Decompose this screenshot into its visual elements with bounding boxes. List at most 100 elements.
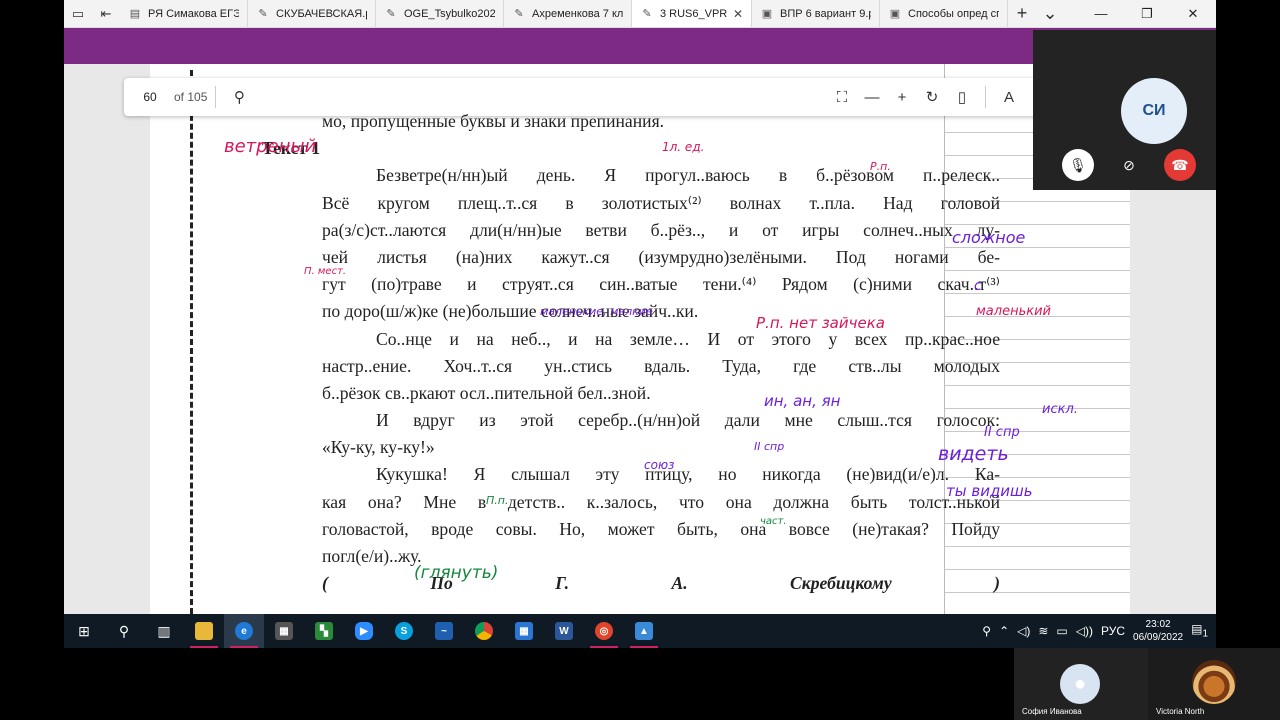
annotation-complex: сложное [952, 228, 1026, 247]
tab-menu-icon[interactable]: ⌄ [1036, 0, 1064, 27]
annotation-ii-conj: II спр [984, 425, 1020, 440]
people-icon[interactable]: ⚲ [982, 624, 991, 638]
text-line: настр..ение. Хоч..т..ся ун..стись вдаль.… [322, 355, 1000, 376]
photos-icon[interactable]: ▲ [624, 614, 664, 648]
chevron-up-icon[interactable]: ⌃ [999, 624, 1009, 638]
windows-taskbar: ⊞ ⚲ ▥ e ▦ ▚ ▶ S ~ ▦ W ◎ ▲ ⚲ ⌃ ◁) ≋ ▭ ◁))… [64, 614, 1216, 648]
exercise-text: мо, пропущенные буквы и знаки препинания… [262, 108, 1000, 597]
close-window-icon[interactable]: ✕ [1170, 0, 1216, 27]
whiteboard-icon[interactable]: ~ [424, 614, 464, 648]
tab-vpr6-variant9[interactable]: ▣ ВПР 6 вариант 9.p [752, 0, 880, 27]
annotation-with: с [974, 278, 982, 294]
pdf-icon: ✎ [514, 8, 524, 20]
page-number-input[interactable]: 60 [130, 84, 170, 110]
annotation-windless: ветреный [224, 136, 317, 157]
paint-icon[interactable]: ▚ [304, 614, 344, 648]
tab-actions-icon[interactable]: ▭ [64, 0, 92, 27]
calendar-icon[interactable]: ▦ [504, 614, 544, 648]
restore-icon[interactable]: ❐ [1124, 0, 1170, 27]
close-tab-icon[interactable]: ✕ [733, 7, 743, 21]
annotation-prep: П. мест. [304, 266, 347, 277]
annotation-conj: союз [644, 458, 675, 472]
intro-line: мо, пропущенные буквы и знаки препинания… [322, 111, 665, 131]
text-line: Со..нце и на неб.., и на земле… И от это… [376, 328, 1000, 349]
skype-icon[interactable]: S [384, 614, 424, 648]
search-icon[interactable]: ⚲ [224, 82, 254, 112]
annotation-exception: искл. [1042, 402, 1078, 417]
annotation-ii-conj-2: II спр [754, 440, 785, 453]
camera-off-icon[interactable]: ⊘ [1113, 149, 1145, 181]
tab-rus6-vpr[interactable]: ✎ 3 RUS6_VPR_.p ✕ [632, 0, 752, 27]
tab-label: Способы опред сг [908, 7, 999, 20]
toolbar-divider [985, 86, 986, 108]
participant-name: София Иванова [1022, 707, 1082, 716]
tab-label: 3 RUS6_VPR_.p [660, 7, 727, 20]
browser-tab-strip: ▭ ⇤ ▤РЯ Симакова ЕГЭ 2 ✎СКУБАЧЕВСКАЯ.pc … [64, 0, 1216, 28]
participant-name: Victoria North [1156, 707, 1205, 716]
text-line: И вдруг из этой серебр..(н/нн)ой дали мн… [376, 410, 1000, 431]
edge-icon[interactable]: e [224, 614, 264, 648]
annotation-part: част. [760, 516, 787, 527]
zoom-icon[interactable]: ▶ [344, 614, 384, 648]
speaker-icon[interactable]: ◁)) [1076, 624, 1093, 638]
chrome-icon[interactable] [464, 614, 504, 648]
tab-label: Ахременкова 7 кл [532, 7, 623, 20]
calculator-icon[interactable]: ▦ [264, 614, 304, 648]
tab-label: РЯ Симакова ЕГЭ 2 [148, 7, 239, 20]
tab-label: СКУБАЧЕВСКАЯ.pc [276, 7, 367, 20]
cut-line [190, 70, 193, 614]
text-line: ра(з/с)ст..лаются дли(н/нн)ые ветви б..р… [322, 219, 1000, 240]
meet-icon[interactable]: ◎ [584, 614, 624, 648]
participant-tile[interactable]: ● София Иванова [1014, 648, 1148, 720]
battery-icon[interactable]: ▭ [1056, 624, 1067, 638]
search-icon[interactable]: ⚲ [104, 614, 144, 648]
pdf-icon: ▤ [129, 8, 141, 20]
word-icon[interactable]: W [544, 614, 584, 648]
clock[interactable]: 23:02 06/09/2022 [1133, 618, 1183, 644]
person-icon: ● [1060, 664, 1100, 704]
minimize-icon[interactable]: — [1078, 0, 1124, 27]
task-view-icon[interactable]: ▥ [144, 614, 184, 648]
text-line: по доро(ш/ж)ке (не)большие солнеч..ные з… [322, 301, 699, 322]
text-line: чей листья (на)них кажут..ся (изумрудно)… [322, 246, 1000, 267]
volume-icon[interactable]: ◁) [1017, 624, 1030, 638]
microphone-icon[interactable]: 🎙 [1062, 149, 1094, 181]
tab-rya-simakova[interactable]: ▤ РЯ Симакова ЕГЭ 2 [120, 0, 248, 27]
system-tray: ⚲ ⌃ ◁) ≋ ▭ ◁)) РУС 23:02 06/09/2022 ▤1 [982, 618, 1216, 644]
tab-label: OGE_Tsybulko2020 [404, 7, 495, 20]
participant-avatar [1192, 660, 1236, 704]
new-tab-button[interactable]: + [1008, 0, 1036, 27]
window-controls: — ❐ ✕ [1078, 0, 1216, 27]
toolbar-divider [215, 86, 217, 108]
annotation-person: 1л. ед. [662, 140, 705, 154]
tab-akhremenkova[interactable]: ✎ Ахременкова 7 кл [504, 0, 632, 27]
participant-tile[interactable]: Victoria North [1148, 648, 1280, 720]
text-line: Всё кругом плещ..т..ся в золотистых⁽²⁾ в… [322, 192, 1000, 213]
tab-back-icon[interactable]: ⇤ [92, 0, 120, 27]
start-icon[interactable]: ⊞ [64, 614, 104, 648]
self-avatar: СИ [1121, 78, 1187, 144]
tab-label: ВПР 6 вариант 9.p [780, 7, 871, 20]
text-line: кая она? Мне в детств.. к..залось, что о… [322, 491, 1000, 512]
notification-count: 1 [1202, 628, 1208, 640]
text-line: Безветре(н/нн)ый день. Я прогул..ваюсь в… [376, 165, 1000, 186]
page-icon: ▣ [889, 8, 901, 20]
annotation-rp-no: Р.п. нет зайчека [756, 314, 885, 332]
page-total: of 105 [174, 90, 208, 104]
text-heading: Текст 1 [262, 138, 321, 159]
notifications-icon[interactable]: ▤1 [1191, 622, 1208, 639]
text-line: головастой, вроде совы. Но, может быть, … [322, 518, 1000, 539]
page-icon: ▣ [761, 8, 773, 20]
text-line: гут (по)траве и струят..ся син..ватые те… [322, 274, 1000, 295]
tab-sposoby[interactable]: ▣ Способы опред сг [880, 0, 1008, 27]
annotation-see: видеть [938, 443, 1009, 465]
text-line: б..рёзок св..ркают осл..пительной бел..з… [322, 382, 651, 403]
wifi-icon[interactable]: ≋ [1038, 624, 1048, 638]
annotation-rp: Р.п. [870, 160, 891, 173]
annotation-pp: П.п. [486, 494, 509, 507]
language-indicator[interactable]: РУС [1101, 624, 1125, 638]
end-call-icon[interactable]: ☎ [1164, 149, 1196, 181]
tab-oge-tsybulko[interactable]: ✎ OGE_Tsybulko2020 [376, 0, 504, 27]
file-explorer-icon[interactable] [184, 614, 224, 648]
tab-skubachevskaya[interactable]: ✎ СКУБАЧЕВСКАЯ.pc [248, 0, 376, 27]
